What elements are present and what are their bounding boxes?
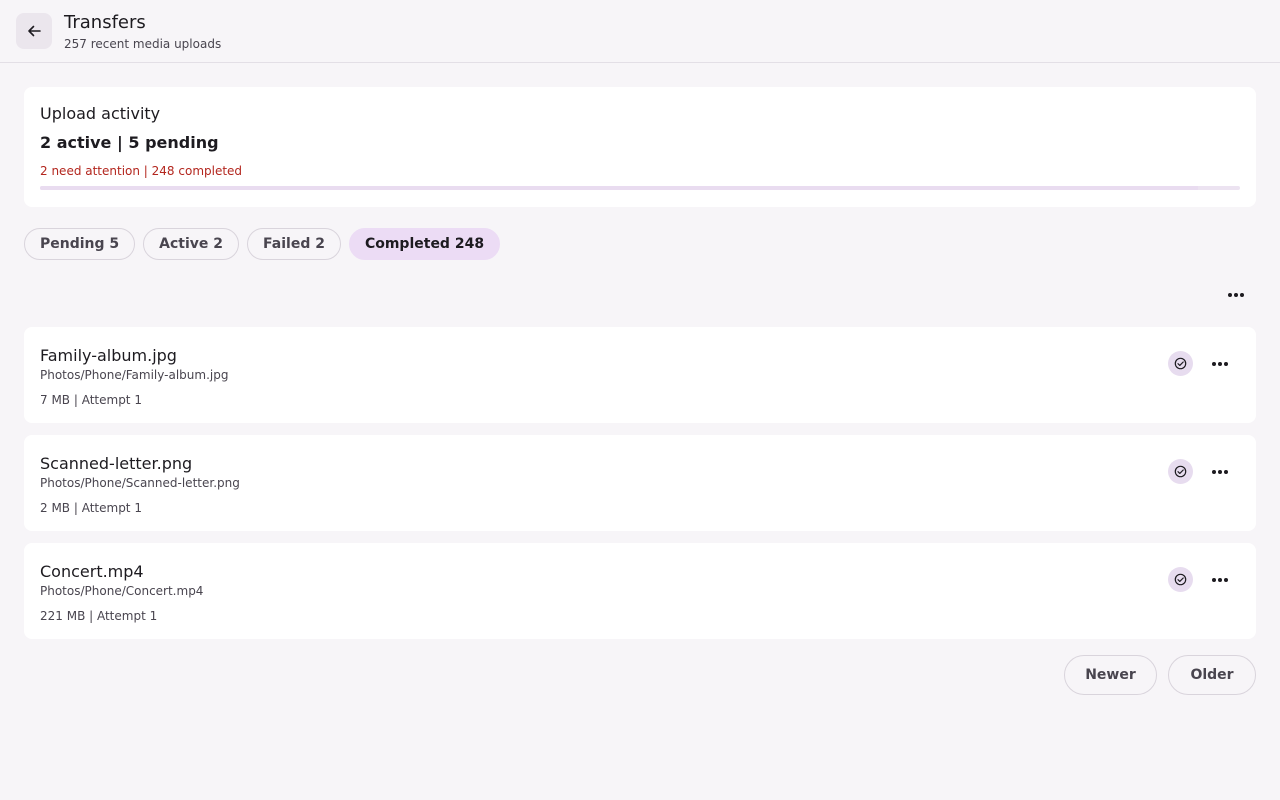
check-circle-icon bbox=[1174, 465, 1187, 478]
transfer-file-name: Scanned-letter.png bbox=[40, 454, 193, 473]
transfer-file-name: Family-album.jpg bbox=[40, 346, 177, 365]
page-title: Transfers bbox=[64, 12, 146, 33]
transfer-file-meta: 2 MB | Attempt 1 bbox=[40, 501, 142, 515]
transfer-more-button[interactable] bbox=[1206, 461, 1234, 483]
upload-progress-bar bbox=[40, 186, 1240, 190]
transfer-row: Family-album.jpg Photos/Phone/Family-alb… bbox=[24, 327, 1256, 423]
upload-activity-heading: Upload activity bbox=[40, 104, 161, 123]
transfer-file-name: Concert.mp4 bbox=[40, 562, 144, 581]
upload-activity-counts: 2 active | 5 pending bbox=[40, 133, 219, 152]
transfer-row: Scanned-letter.png Photos/Phone/Scanned-… bbox=[24, 435, 1256, 531]
status-filter-chips: Pending 5 Active 2 Failed 2 Completed 24… bbox=[24, 228, 501, 260]
more-horizontal-icon bbox=[1212, 578, 1228, 582]
transfer-status-button[interactable] bbox=[1168, 567, 1193, 592]
more-horizontal-icon bbox=[1212, 362, 1228, 366]
more-horizontal-icon bbox=[1212, 470, 1228, 474]
transfer-status-button[interactable] bbox=[1168, 351, 1193, 376]
transfer-file-path: Photos/Phone/Family-album.jpg bbox=[40, 368, 229, 382]
upload-progress-fill bbox=[40, 186, 1198, 190]
check-circle-icon bbox=[1174, 357, 1187, 370]
older-page-button[interactable]: Older bbox=[1168, 655, 1256, 695]
transfer-status-button[interactable] bbox=[1168, 459, 1193, 484]
transfer-file-path: Photos/Phone/Scanned-letter.png bbox=[40, 476, 240, 490]
transfer-file-meta: 7 MB | Attempt 1 bbox=[40, 393, 142, 407]
list-more-button[interactable] bbox=[1222, 284, 1250, 306]
filter-chip-completed[interactable]: Completed 248 bbox=[348, 228, 501, 260]
newer-page-button[interactable]: Newer bbox=[1064, 655, 1157, 695]
upload-activity-card: Upload activity 2 active | 5 pending 2 n… bbox=[24, 87, 1256, 207]
arrow-left-icon bbox=[28, 25, 41, 37]
transfer-more-button[interactable] bbox=[1206, 353, 1234, 375]
page-subtitle: 257 recent media uploads bbox=[64, 37, 222, 51]
check-circle-icon bbox=[1174, 573, 1187, 586]
filter-chip-pending[interactable]: Pending 5 bbox=[24, 228, 136, 260]
back-button[interactable] bbox=[16, 13, 52, 49]
transfer-file-meta: 221 MB | Attempt 1 bbox=[40, 609, 158, 623]
app-bar: Transfers 257 recent media uploads bbox=[0, 0, 1280, 63]
upload-activity-alert: 2 need attention | 248 completed bbox=[40, 164, 243, 178]
more-horizontal-icon bbox=[1228, 293, 1244, 297]
filter-chip-active[interactable]: Active 2 bbox=[143, 228, 240, 260]
transfer-file-path: Photos/Phone/Concert.mp4 bbox=[40, 584, 204, 598]
filter-chip-failed[interactable]: Failed 2 bbox=[247, 228, 341, 260]
transfer-more-button[interactable] bbox=[1206, 569, 1234, 591]
transfer-row: Concert.mp4 Photos/Phone/Concert.mp4 221… bbox=[24, 543, 1256, 639]
